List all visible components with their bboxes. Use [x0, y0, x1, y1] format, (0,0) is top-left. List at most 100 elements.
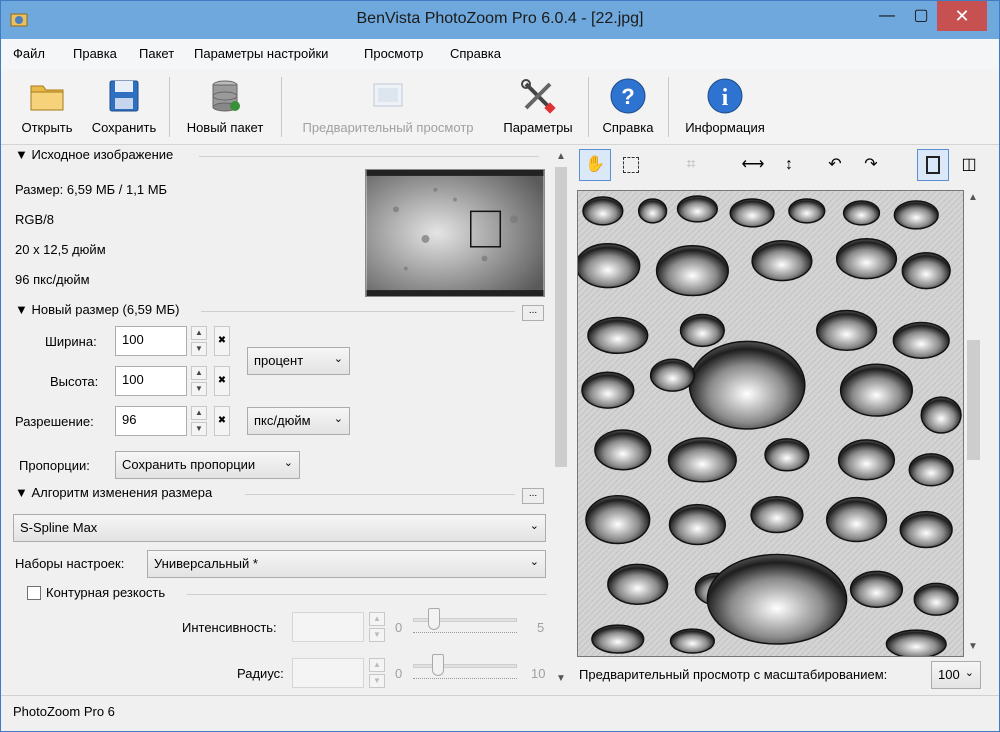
radius-slider-track[interactable] [413, 664, 517, 668]
presets-label: Наборы настроек: [15, 556, 125, 571]
help-button[interactable]: ? Справка [595, 69, 661, 145]
settings-scrollbar[interactable]: ▲ ▼ [553, 149, 569, 689]
chevron-down-icon: ⌄ [529, 556, 539, 568]
radius-spinner[interactable]: ▲ ▼ [369, 658, 385, 688]
preview-button[interactable]: Предварительный просмотр [289, 69, 487, 145]
menu-file[interactable]: Файл [13, 46, 45, 61]
resolution-input[interactable]: 96 [115, 406, 187, 436]
zoom-dropdown[interactable]: 100 ⌄ [931, 661, 981, 689]
scroll-up-icon[interactable]: ▲ [556, 151, 566, 162]
minimize-button[interactable]: — [869, 1, 905, 31]
scroll-down-icon[interactable]: ▼ [968, 641, 978, 652]
intensity-spinner[interactable]: ▲ ▼ [369, 612, 385, 642]
spin-up-icon[interactable]: ▲ [191, 406, 207, 420]
help-icon: ? [610, 78, 646, 114]
status-text: PhotoZoom Pro 6 [13, 704, 115, 719]
resolution-link-icon[interactable]: ✖ [214, 406, 230, 436]
water-drop [901, 251, 951, 290]
sharpness-checkbox[interactable] [27, 586, 41, 600]
spin-up-icon[interactable]: ▲ [191, 366, 207, 380]
hand-tool-button[interactable]: ✋ [579, 149, 611, 181]
spin-up-icon[interactable]: ▲ [369, 612, 385, 626]
spin-down-icon[interactable]: ▼ [191, 342, 207, 356]
close-button[interactable]: ✕ [937, 1, 987, 31]
rotate-left-button[interactable]: ↶ [819, 149, 851, 181]
menu-edit[interactable]: Правка [73, 46, 117, 61]
water-drop [706, 553, 848, 645]
rotate-right-button[interactable]: ↷ [855, 149, 887, 181]
preview-image[interactable] [577, 190, 964, 657]
width-input[interactable]: 100 [115, 326, 187, 356]
resolution-spinner[interactable]: ▲ ▼ [191, 406, 207, 436]
intensity-slider-thumb[interactable] [428, 608, 440, 630]
menu-settings[interactable]: Параметры настройки [194, 46, 328, 61]
settings-button[interactable]: Параметры [495, 69, 581, 145]
water-drop [607, 563, 669, 605]
water-drop [837, 439, 896, 481]
split-view-button[interactable]: ◫ [953, 149, 985, 181]
chevron-down-icon: ⌄ [333, 413, 343, 425]
scroll-up-icon[interactable]: ▲ [968, 192, 978, 203]
selection-tool-button[interactable] [615, 149, 647, 181]
water-drop [893, 200, 939, 230]
water-drop [842, 200, 881, 226]
preview-scrollbar[interactable]: ▲ ▼ [965, 190, 982, 657]
new-batch-button[interactable]: Новый пакет [177, 69, 273, 145]
menu-help[interactable]: Справка [450, 46, 501, 61]
new-size-section-header[interactable]: ▼ Новый размер (6,59 МБ) [15, 302, 179, 317]
resolution-unit-dropdown[interactable]: пкс/дюйм ⌄ [247, 407, 350, 435]
open-button[interactable]: Открыть [9, 69, 85, 145]
water-drop [587, 316, 649, 355]
resolution-unit-value: пкс/дюйм [254, 413, 311, 428]
sharpness-label: Контурная резкость [46, 585, 166, 600]
info-button[interactable]: i Информация [675, 69, 775, 145]
width-spinner[interactable]: ▲ ▼ [191, 326, 207, 356]
source-thumbnail[interactable] [365, 169, 545, 297]
water-drop [751, 240, 813, 282]
algorithm-more-button[interactable]: ... [522, 488, 544, 504]
proportions-dropdown[interactable]: Сохранить пропорции ⌄ [115, 451, 300, 479]
menu-batch[interactable]: Пакет [139, 46, 174, 61]
crop-button[interactable]: ⌗ [675, 149, 707, 181]
spin-up-icon[interactable]: ▲ [369, 658, 385, 672]
presets-dropdown[interactable]: Универсальный * ⌄ [147, 550, 546, 578]
maximize-button[interactable]: ▢ [903, 1, 939, 31]
single-view-button[interactable] [917, 149, 949, 181]
chevron-down-icon: ⌄ [283, 457, 293, 469]
spin-down-icon[interactable]: ▼ [191, 422, 207, 436]
radius-min: 0 [395, 666, 403, 681]
water-drop [729, 198, 775, 228]
spin-down-icon[interactable]: ▼ [191, 382, 207, 396]
water-drop [594, 429, 652, 471]
new-size-more-button[interactable]: ... [522, 305, 544, 321]
spin-down-icon[interactable]: ▼ [369, 674, 385, 688]
width-link-icon[interactable]: ✖ [214, 326, 230, 356]
flip-vertical-button[interactable]: ↕ [773, 149, 805, 181]
spin-up-icon[interactable]: ▲ [191, 326, 207, 340]
intensity-input[interactable] [292, 612, 364, 642]
spin-down-icon[interactable]: ▼ [369, 628, 385, 642]
height-link-icon[interactable]: ✖ [214, 366, 230, 396]
scrollbar-thumb[interactable] [967, 340, 980, 460]
info-label: Информация [685, 120, 765, 135]
source-image-section-header[interactable]: ▼ Исходное изображение [15, 147, 173, 162]
radius-input[interactable] [292, 658, 364, 688]
scrollbar-thumb[interactable] [555, 167, 567, 467]
size-unit-dropdown[interactable]: процент ⌄ [247, 347, 350, 375]
water-drop [750, 495, 804, 534]
width-label: Ширина: [45, 334, 97, 349]
scroll-down-icon[interactable]: ▼ [556, 673, 566, 684]
flip-horizontal-button[interactable]: ⟷ [737, 149, 769, 181]
water-drop [581, 371, 635, 409]
selection-icon [623, 156, 639, 173]
algorithm-dropdown[interactable]: S-Spline Max ⌄ [13, 514, 546, 542]
save-button[interactable]: Сохранить [85, 69, 163, 145]
height-spinner[interactable]: ▲ ▼ [191, 366, 207, 396]
menu-view[interactable]: Просмотр [364, 46, 423, 61]
new-size-header: Новый размер (6,59 МБ) [31, 302, 180, 317]
water-drop [908, 453, 954, 487]
water-drop [899, 510, 953, 549]
radius-slider-thumb[interactable] [432, 654, 444, 676]
height-input[interactable]: 100 [115, 366, 187, 396]
algorithm-section-header[interactable]: ▼ Алгоритм изменения размера [15, 485, 212, 500]
